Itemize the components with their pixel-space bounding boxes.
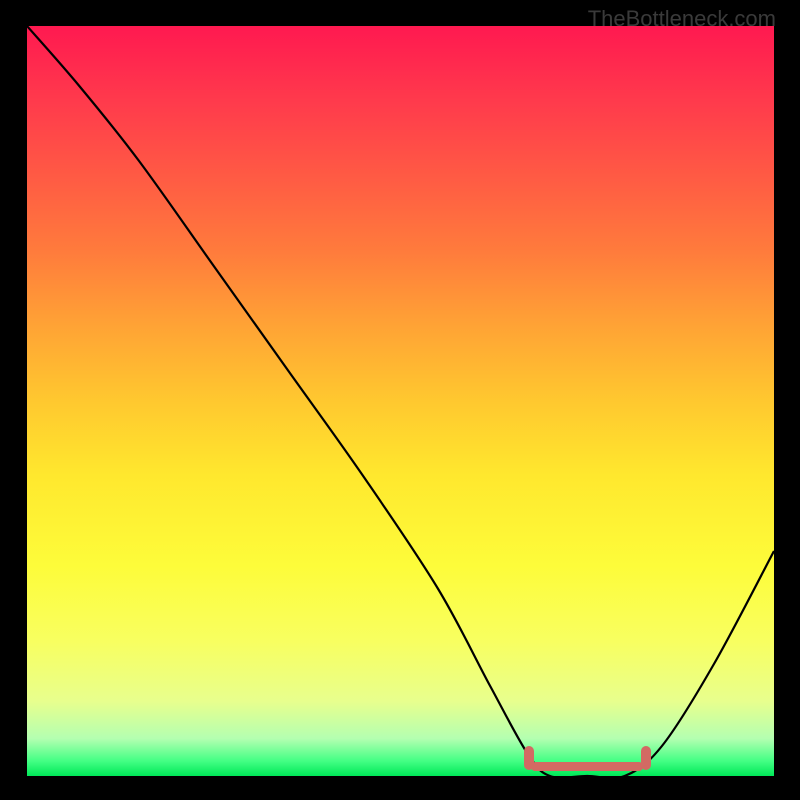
highlight-bar	[531, 762, 643, 771]
chart-plot-area	[27, 26, 774, 776]
gradient-background	[27, 26, 774, 776]
highlight-right-cap	[641, 746, 651, 770]
